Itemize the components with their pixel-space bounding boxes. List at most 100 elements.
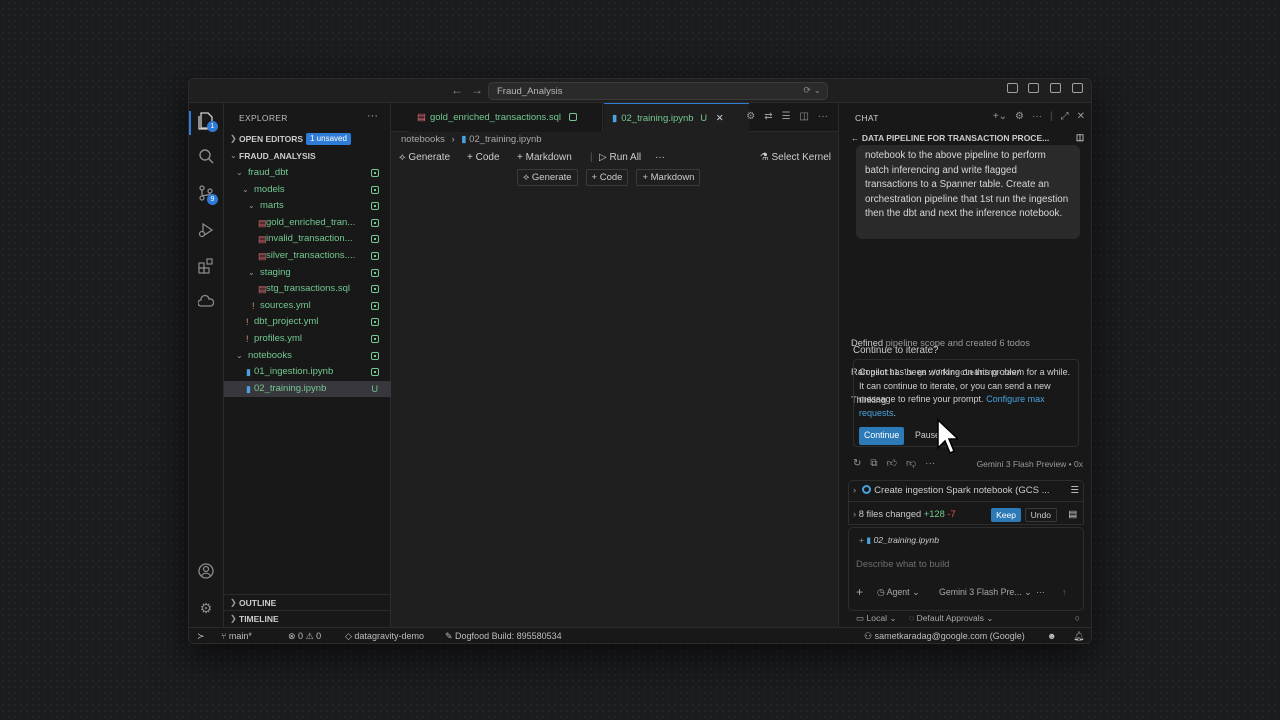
add-markdown-button[interactable]: + Markdown [517,152,572,163]
notifications-bell-icon[interactable]: 🔔︎ [1073,628,1084,643]
maximize-icon[interactable]: ⤢ [1061,111,1069,122]
tab-gold-enriched-transactions[interactable]: ▤ gold_enriched_transactions.sql [409,103,603,132]
sessions-icon[interactable]: ◫ [1076,133,1084,143]
extensions-icon[interactable] [197,258,215,276]
tree-item[interactable]: ▤ silver_transactions.... [224,248,391,265]
remote-icon[interactable]: ≻ [197,628,205,643]
back-arrow-icon[interactable]: ← [451,83,463,97]
tree-item-label: 02_training.ipynb [254,382,327,394]
git-status-icon [371,351,379,360]
tree-item[interactable]: ⌄ staging [224,265,391,282]
explorer-icon[interactable]: 1 [197,112,218,132]
back-arrow-icon[interactable]: ← [851,133,862,143]
command-center[interactable]: Fraud_Analysis ⟳ ⌄ [488,82,828,100]
breadcrumb-folder[interactable]: notebooks [401,134,445,145]
chat-session-header[interactable]: ← DATA PIPELINE FOR TRANSACTION PROCE...… [851,133,1086,143]
lines-added: +128 [923,509,945,519]
thumbs-up-icon[interactable]: 👍︎ [887,458,897,469]
cell-generate-button[interactable]: ⟡ Generate [517,169,578,186]
more-icon[interactable]: ··· [655,152,665,163]
search-icon[interactable] [197,148,215,166]
select-kernel-button[interactable]: ⚗ Select Kernel [760,152,831,163]
tree-item[interactable]: ▤ invalid_transaction... [224,231,391,248]
cell-markdown-button[interactable]: + Markdown [636,169,701,186]
tree-item[interactable]: ⌄ marts [224,198,391,215]
tree-item[interactable]: ▤ gold_enriched_tran... [224,215,391,232]
new-chat-icon[interactable]: +⌄ [993,111,1007,122]
tree-item[interactable]: ▤ stg_transactions.sql [224,281,391,298]
chat-input-placeholder[interactable]: Describe what to build [856,559,949,570]
timeline-section[interactable]: ❯ TIMELINE [224,610,391,627]
git-status-icon [371,218,379,227]
toggle-panel-icon[interactable] [1050,83,1062,93]
project-indicator[interactable]: ◇ datagravity-demo [345,628,424,643]
tree-item[interactable]: ⌄ models [224,182,391,199]
review-icon[interactable]: ▤ [1068,509,1077,520]
tree-item[interactable]: ▮ 01_ingestion.ipynb [224,364,391,381]
copilot-status-icon[interactable]: ☻ [1047,628,1056,643]
tab-02-training[interactable]: ▮ 02_training.ipynb U ✕ [604,103,749,132]
tree-item[interactable]: ! profiles.yml [224,331,391,348]
forward-arrow-icon[interactable]: → [471,83,483,97]
tree-item[interactable]: ! sources.yml [224,298,391,315]
markdown-label: Markdown [525,152,572,163]
todo-row[interactable]: › Create ingestion Spark notebook (GCS ..… [853,485,1079,496]
run-all-button[interactable]: ▷ Run All [599,152,641,163]
gear-icon[interactable]: ⚙ [1015,111,1024,122]
open-editors-section[interactable]: ❯ OPEN EDITORS 1 unsaved [224,131,391,148]
mode-label: Agent [886,587,910,597]
source-control-icon[interactable]: 9 [197,185,218,205]
workspace-root[interactable]: ⌄ FRAUD_ANALYSIS [224,148,391,165]
model-picker[interactable]: Gemini 3 Flash Pre... ⌄ [939,587,1031,598]
toggle-secondary-sidebar-icon[interactable] [1072,83,1083,93]
settings-gear-icon[interactable]: ⚙ [197,599,215,617]
changes-row[interactable]: › 8 files changed +128 -7 Keep Undo ▤ [853,508,1079,525]
breadcrumb-file[interactable]: 02_training.ipynb [469,134,541,145]
account-indicator[interactable]: ⚇ sametkaradag@google.com (Google) [864,628,1025,643]
compare-icon[interactable]: ⇄ [764,111,772,122]
copilot-icon[interactable]: ⟳ ⌄ [803,85,821,96]
split-editor-icon[interactable]: ◫ [800,111,809,122]
chat-session-options: ▭ Local ⌄ ◌ Default Approvals ⌄ ○ [856,613,1086,624]
attached-file-name: 02_training.ipynb [873,535,939,545]
outline-icon[interactable]: ☰ [782,111,791,122]
send-icon[interactable]: ↑ [1062,587,1066,597]
cell-code-button[interactable]: + Code [585,169,629,186]
retry-icon[interactable]: ↻ [853,458,861,469]
thumbs-down-icon[interactable]: 👎︎ [906,458,916,469]
copy-icon[interactable]: ⧉ [870,458,877,469]
tree-item[interactable]: ▮ 02_training.ipynb U [224,380,391,398]
run-debug-icon[interactable] [197,222,215,240]
close-icon[interactable]: ✕ [1077,111,1085,122]
tree-item[interactable]: ⌄ fraud_dbt [224,165,391,182]
build-indicator[interactable]: ✎ Dogfood Build: 895580534 [445,628,562,643]
keep-button[interactable]: Keep [991,508,1021,522]
more-actions-icon[interactable]: ··· [818,111,828,122]
close-icon[interactable]: ✕ [716,113,724,124]
mode-picker[interactable]: ◷ Agent ⌄ [877,587,919,598]
more-icon[interactable]: ··· [1032,111,1042,122]
todo-list-icon[interactable]: ☰ [1070,485,1079,496]
more-icon[interactable]: ··· [925,458,935,469]
cloud-code-icon[interactable] [197,294,215,312]
add-context-icon[interactable]: + [856,585,863,599]
outline-section[interactable]: ❯ OUTLINE [224,594,391,611]
account-icon[interactable] [197,563,215,581]
more-icon[interactable]: ··· [1036,587,1045,597]
warning-count: 0 [316,631,322,641]
problems-indicator[interactable]: ⊗ 0 ⚠ 0 [288,628,322,643]
add-code-button[interactable]: + Code [467,152,500,163]
gear-icon[interactable]: ⚙ [746,111,755,122]
layout-customize-icon[interactable] [1006,83,1018,93]
toggle-sidebar-icon[interactable] [1028,83,1040,93]
generate-button[interactable]: ⟡ Generate [399,152,450,163]
explorer-more-icon[interactable]: ··· [367,110,378,122]
tree-item[interactable]: ! dbt_project.yml [224,314,391,331]
undo-button[interactable]: Undo [1024,508,1057,522]
attached-file-chip[interactable]: + ▮ 02_training.ipynb [859,535,939,546]
branch-indicator[interactable]: ⑂ main* [221,628,252,643]
approvals-picker[interactable]: ◌ Default Approvals ⌄ [909,613,993,623]
tree-item[interactable]: ⌄ notebooks [224,348,391,365]
location-picker[interactable]: ▭ Local ⌄ [856,613,897,623]
continue-button[interactable]: Continue [859,427,905,445]
